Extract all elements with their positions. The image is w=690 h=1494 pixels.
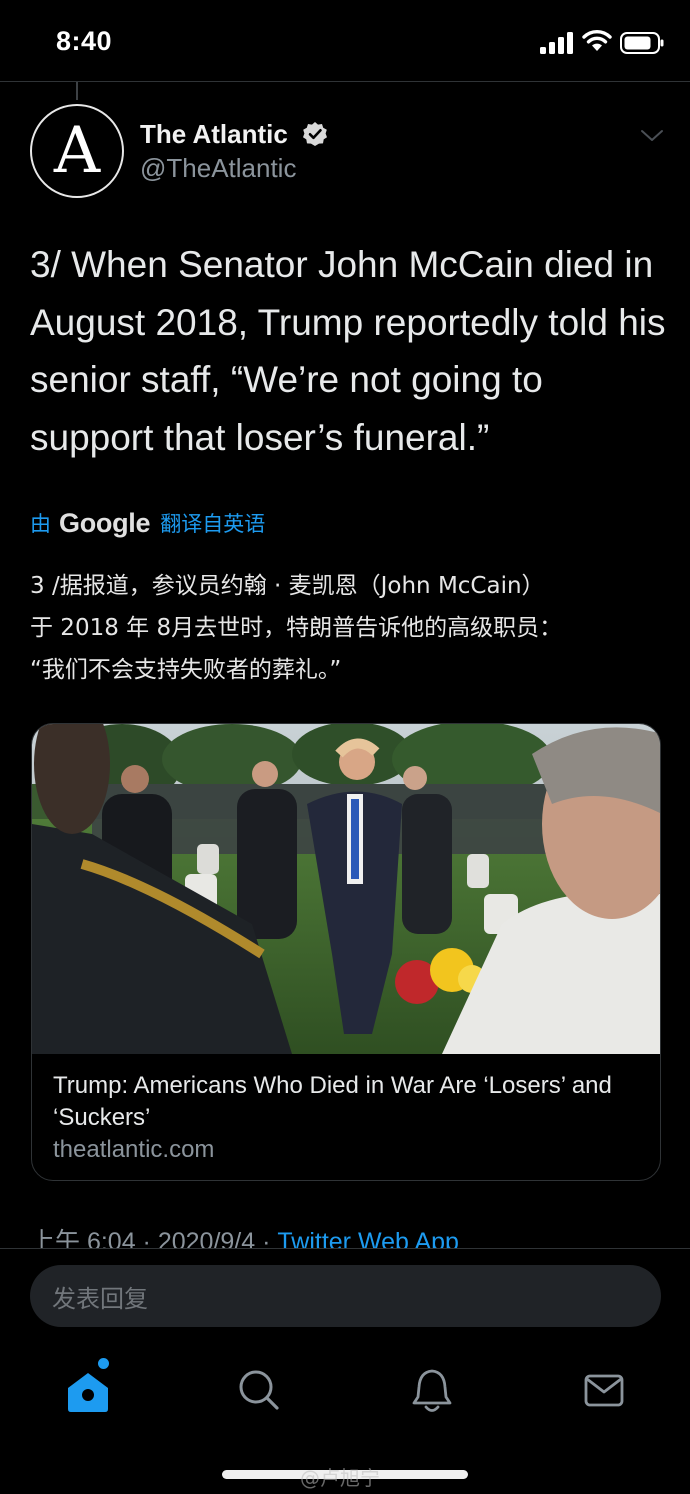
card-title: Trump: Americans Who Died in War Are ‘Lo… (53, 1072, 612, 1131)
meta-separator: · (255, 1228, 278, 1248)
home-icon (68, 1373, 108, 1412)
search-icon (239, 1370, 279, 1410)
watermark: @卢旭宁 (300, 1466, 380, 1490)
tweet-source-app[interactable]: Twitter Web App (277, 1228, 459, 1248)
wifi-icon (582, 30, 612, 51)
card-domain: theatlantic.com (53, 1136, 215, 1163)
translate-by-label: 由 (30, 513, 51, 536)
link-preview-card[interactable]: Trump: Americans Who Died in War Are ‘Lo… (31, 723, 661, 1181)
translated-tweet-text: 3 /据报道，参议员约翰 · 麦凯恩（John McCain） 于 2018 年… (30, 573, 563, 683)
status-bar: 8:40 (0, 0, 690, 82)
author-handle[interactable]: @TheAtlantic (140, 153, 296, 184)
tab-notifications[interactable] (404, 1362, 460, 1418)
translate-source-label: 翻译自英语 (160, 513, 266, 536)
tweet-time: 上午 6:04 (30, 1228, 136, 1248)
status-time: 8:40 (56, 26, 113, 56)
tweet-text: 3/ When Senator John McCain died in Augu… (30, 244, 666, 458)
tweet-meta-line: 上午 6:04 · 2020/9/4 · Twitter Web App (30, 1222, 459, 1248)
notifications-icon (412, 1369, 452, 1412)
tab-search[interactable] (231, 1362, 287, 1418)
translation-attribution[interactable]: 由 Google 翻译自英语 (30, 506, 265, 540)
chevron-down-icon[interactable] (640, 128, 664, 144)
author-avatar[interactable]: A (30, 104, 124, 198)
new-content-dot (98, 1358, 109, 1369)
google-logo: Google (59, 507, 151, 538)
header-divider (0, 81, 690, 82)
tab-home[interactable] (60, 1358, 116, 1418)
author-display-name[interactable]: The Atlantic (140, 119, 288, 150)
tab-messages[interactable] (576, 1362, 632, 1418)
battery-icon (620, 32, 664, 54)
verified-badge-icon (303, 122, 327, 146)
avatar-logo-letter: A (53, 114, 101, 188)
messages-icon (584, 1374, 624, 1407)
reply-input[interactable]: 发表回复 (30, 1265, 661, 1327)
bottom-tab-bar (0, 1340, 690, 1440)
cellular-signal-icon (540, 32, 573, 54)
tweet-date: 2020/9/4 (157, 1228, 256, 1248)
reply-divider (0, 1248, 690, 1249)
card-photo (32, 724, 660, 1054)
meta-separator: · (135, 1228, 158, 1248)
reply-placeholder: 发表回复 (52, 1284, 148, 1313)
thread-connector-line (76, 82, 78, 100)
